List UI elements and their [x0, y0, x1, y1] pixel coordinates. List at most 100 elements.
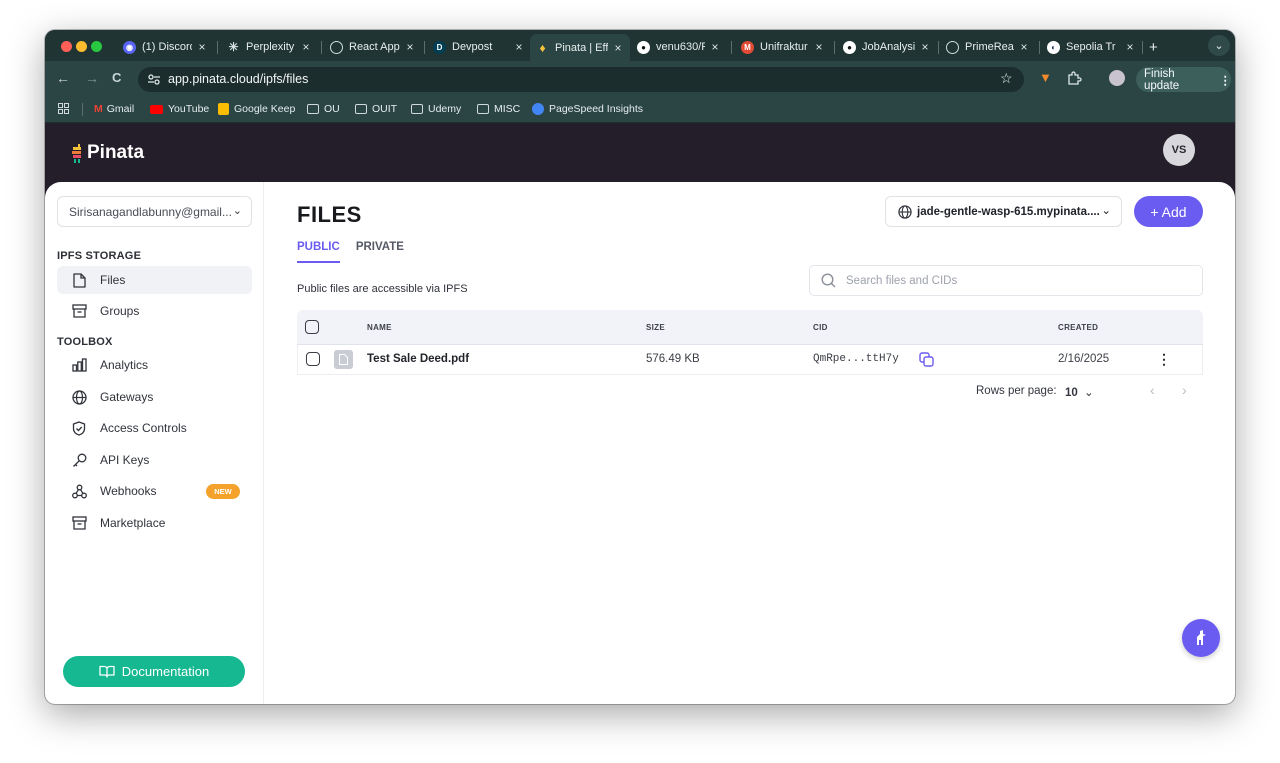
close-tab-icon[interactable]: × [300, 40, 312, 54]
sidebar-item-analytics[interactable]: Analytics [57, 351, 252, 379]
more-vertical-icon[interactable]: ⋮ [1157, 351, 1171, 368]
close-tab-icon[interactable]: × [513, 40, 525, 54]
user-avatar[interactable]: VS [1163, 134, 1195, 166]
close-window-button[interactable] [61, 41, 72, 52]
close-tab-icon[interactable]: × [919, 40, 931, 54]
browser-tab-github-venu[interactable]: ● venu630/R × [637, 36, 721, 58]
close-tab-icon[interactable]: × [612, 41, 624, 55]
globe-icon [946, 40, 959, 54]
bookmark-folder-udemy[interactable]: Udemy [411, 103, 461, 115]
files-page: FILES jade-gentle-wasp-615.mypinata.... … [264, 182, 1235, 704]
store-icon [71, 515, 87, 531]
folder-icon [477, 104, 489, 114]
bookmarks-bar: M Gmail YouTube Google Keep OU OUIT Udem… [45, 96, 1235, 123]
table-row[interactable]: Test Sale Deed.pdf 576.49 KB QmRpe...ttH… [297, 345, 1203, 375]
browser-tab-pinata[interactable]: ♦ Pinata | Eff × [530, 34, 630, 61]
reload-button[interactable]: C [112, 70, 121, 85]
back-button[interactable]: ← [56, 70, 70, 86]
sidebar-item-webhooks[interactable]: Webhooks NEW [57, 477, 252, 505]
pinata-logo[interactable]: Pinata [71, 142, 144, 164]
sidebar-item-access-controls[interactable]: Access Controls [57, 414, 252, 442]
browser-tab-primereact[interactable]: PrimeReact × [946, 36, 1030, 58]
close-tab-icon[interactable]: × [404, 40, 416, 54]
browser-window: ◉ (1) Discord × ✳ Perplexity × React App… [45, 30, 1235, 704]
rows-per-page-select[interactable]: 10 ⌄ [1065, 385, 1094, 399]
browser-tab-devpost[interactable]: D Devpost × [433, 36, 525, 58]
browser-tab-react-app[interactable]: React App × [330, 36, 416, 58]
profile-avatar[interactable] [1109, 70, 1125, 86]
metamask-extension-icon[interactable]: ▼ [1039, 70, 1052, 85]
forward-button[interactable]: → [85, 70, 99, 86]
browser-tab-jobanalysis[interactable]: ● JobAnalysis × [843, 36, 931, 58]
close-tab-icon[interactable]: × [709, 40, 721, 54]
finish-update-button[interactable]: Finish update ⋮ [1136, 67, 1231, 92]
key-icon [71, 452, 87, 468]
public-files-note: Public files are accessible via IPFS [297, 283, 468, 295]
close-tab-icon[interactable]: × [196, 40, 208, 54]
chevron-down-icon: ⌄ [1084, 387, 1094, 399]
column-header-created[interactable]: CREATED [1058, 323, 1098, 332]
file-cid: QmRpe...ttH7y [813, 353, 899, 365]
next-page-button[interactable]: › [1182, 382, 1187, 398]
bookmark-folder-ouit[interactable]: OUIT [355, 103, 397, 115]
column-header-size[interactable]: SIZE [646, 323, 665, 332]
extensions-puzzle-icon[interactable] [1067, 71, 1082, 86]
copy-icon[interactable] [919, 352, 934, 367]
sidebar-item-gateways[interactable]: Gateways [57, 383, 252, 411]
browser-tab-discord[interactable]: ◉ (1) Discord × [123, 36, 208, 58]
column-header-cid[interactable]: CID [813, 323, 828, 332]
maximize-window-button[interactable] [91, 41, 102, 52]
section-label-ipfs-storage: IPFS STORAGE [57, 250, 142, 262]
add-button[interactable]: + Add [1134, 196, 1203, 227]
table-header: NAME SIZE CID CREATED [297, 310, 1203, 345]
sidebar-item-files[interactable]: Files [57, 266, 252, 294]
apps-grid-icon[interactable] [58, 103, 69, 114]
assistant-fab[interactable] [1182, 619, 1220, 657]
file-name[interactable]: Test Sale Deed.pdf [367, 353, 469, 365]
more-vertical-icon: ⋮ [1219, 74, 1232, 87]
prev-page-button[interactable]: ‹ [1150, 382, 1155, 398]
gateway-selector[interactable]: jade-gentle-wasp-615.mypinata.... ⌄ [885, 196, 1122, 227]
sidebar-item-groups[interactable]: Groups [57, 297, 252, 325]
bookmark-folder-misc[interactable]: MISC [477, 103, 520, 115]
bookmark-google-keep[interactable]: Google Keep [218, 103, 295, 115]
minimize-window-button[interactable] [76, 41, 87, 52]
close-tab-icon[interactable]: × [813, 40, 825, 54]
new-tab-button[interactable]: + [1149, 36, 1165, 58]
close-tab-icon[interactable]: × [1124, 40, 1136, 54]
browser-tab-unifraktur[interactable]: M Unifraktur × [741, 36, 825, 58]
search-box[interactable]: Search files and CIDs [809, 265, 1203, 296]
account-selector[interactable]: Sirisanagandlabunny@gmail... ⌄ [57, 196, 252, 227]
tab-search-button[interactable]: ⌄ [1208, 35, 1230, 56]
app-content: Sirisanagandlabunny@gmail... ⌄ IPFS STOR… [45, 182, 1235, 704]
globe-icon [330, 40, 343, 54]
browser-tab-perplexity[interactable]: ✳ Perplexity × [227, 36, 312, 58]
folder-icon [411, 104, 423, 114]
column-header-name[interactable]: NAME [367, 323, 392, 332]
files-table: NAME SIZE CID CREATED Test Sale Deed.pdf… [297, 310, 1203, 375]
bar-chart-icon [71, 357, 87, 373]
globe-icon [71, 389, 87, 405]
select-all-checkbox[interactable] [305, 320, 319, 334]
row-checkbox[interactable] [306, 352, 320, 366]
folder-icon [355, 104, 367, 114]
tab-private[interactable]: PRIVATE [356, 241, 404, 263]
bookmark-folder-ou[interactable]: OU [307, 103, 340, 115]
site-settings-icon[interactable] [148, 74, 160, 85]
tab-public[interactable]: PUBLIC [297, 241, 340, 263]
bookmark-pagespeed[interactable]: PageSpeed Insights [532, 103, 643, 115]
browser-tab-sepolia[interactable]: ◐ Sepolia Tr × [1047, 36, 1136, 58]
bookmark-gmail[interactable]: M Gmail [94, 103, 134, 115]
github-icon: ● [637, 40, 650, 54]
archive-icon [71, 303, 87, 319]
close-tab-icon[interactable]: × [1018, 40, 1030, 54]
search-input[interactable]: Search files and CIDs [846, 275, 957, 287]
bookmark-star-icon[interactable]: ☆ [1000, 70, 1013, 87]
discord-icon: ◉ [123, 40, 136, 54]
brand-name: Pinata [87, 142, 145, 163]
bookmark-youtube[interactable]: YouTube [150, 103, 209, 115]
documentation-button[interactable]: Documentation [63, 656, 245, 687]
address-bar[interactable]: app.pinata.cloud/ipfs/files ☆ [138, 67, 1024, 92]
sidebar-item-marketplace[interactable]: Marketplace [57, 509, 252, 537]
sidebar-item-api-keys[interactable]: API Keys [57, 446, 252, 474]
